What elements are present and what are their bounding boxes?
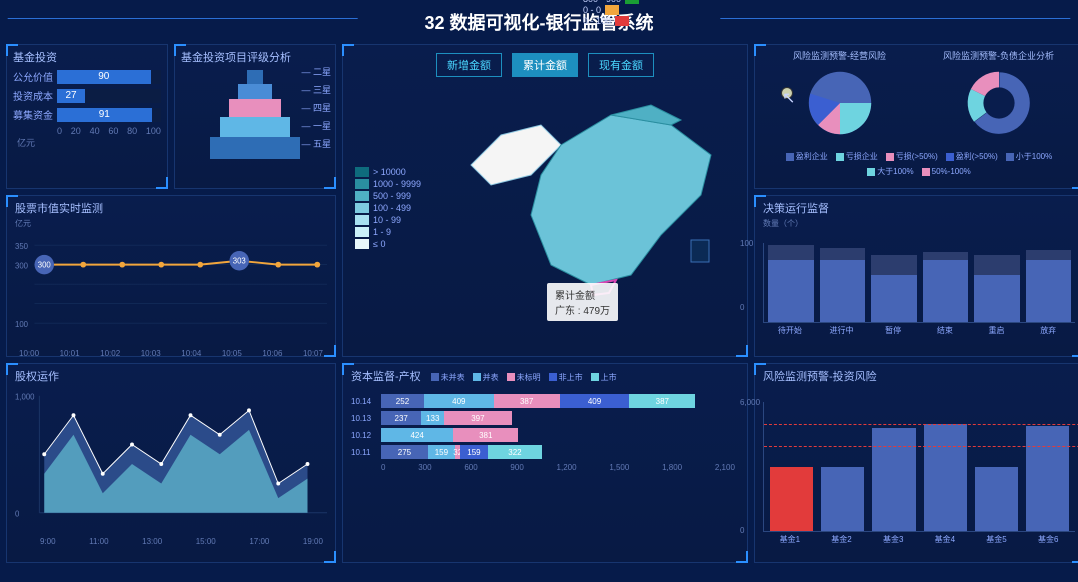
stack-row: 10.13237133397	[351, 411, 739, 425]
fund-invest-panel: 基金投资 公允价值90投资成本27募集资金91 020406080100 亿元	[6, 44, 168, 189]
pie-chart-2	[960, 64, 1038, 142]
panel-title: 资本监督-产权	[351, 368, 421, 384]
bar-row: 公允价值90	[13, 69, 161, 84]
map-panel: 新增金额累计金额现有金额 800 - 9000 - 00 - 100 > 100…	[342, 44, 748, 357]
line-chart: 350 300 100 300 303	[15, 229, 327, 349]
svg-text:300: 300	[38, 261, 52, 270]
stock-line-panel: 股票市值实时监测 亿元 350 300 100 300 303 10:0010:…	[6, 195, 336, 357]
unit-label: 亿元	[13, 136, 161, 149]
area-chart: 1,000 0	[15, 386, 327, 532]
bar	[974, 275, 1020, 322]
panel-title: 风险监测预警-投资风险	[763, 368, 1075, 384]
svg-text:0: 0	[15, 510, 20, 519]
stack-row: 10.1127515932159322	[351, 445, 739, 459]
bar	[1026, 260, 1072, 322]
panel-title: 风险监测预警-经营风险	[763, 49, 916, 62]
equity-area-panel: 股权运作 1,0000 9:0011:0013:0015:0017:0019:0…	[6, 363, 336, 563]
map-tooltip: 累计金额 广东 : 479万	[547, 283, 618, 321]
svg-text:1,000: 1,000	[15, 393, 35, 402]
map-tab[interactable]: 累计金额	[512, 53, 578, 77]
bar	[871, 275, 917, 322]
panel-title: 风险监测预警-负债企业分析	[922, 49, 1075, 62]
pie-chart-1	[801, 64, 879, 142]
stack-row: 10.12424381	[351, 428, 739, 442]
bar	[975, 467, 1018, 532]
bar	[924, 424, 967, 532]
bar	[820, 260, 866, 322]
china-map[interactable]	[431, 85, 731, 305]
top-left-split: 基金投资 公允价值90投资成本27募集资金91 020406080100 亿元 …	[6, 44, 336, 189]
bar	[821, 467, 864, 532]
svg-text:350: 350	[15, 242, 29, 251]
bar	[923, 260, 969, 322]
map-tab[interactable]: 现有金额	[588, 53, 654, 77]
bar-row: 投资成本27	[13, 88, 161, 103]
svg-text:300: 300	[15, 262, 29, 271]
risk-pie-panel: 风险监测预警-经营风险 风险监测预警-负债企业分析 盈	[754, 44, 1078, 189]
stack-row: 10.14252409387409387	[351, 394, 739, 408]
bar	[872, 428, 915, 531]
svg-text:100: 100	[15, 320, 29, 329]
bar-row: 募集资金91	[13, 107, 161, 122]
bar	[768, 260, 814, 322]
panel-title: 股权运作	[15, 368, 327, 384]
pyramid-chart	[210, 69, 300, 159]
bar	[1026, 426, 1069, 531]
panel-title: 基金投资项目评级分析	[181, 49, 329, 65]
panel-title: 股票市值实时监测	[15, 200, 327, 216]
decision-panel: 决策运行监督 数量（个） 100 0 待开始进行中暂停结束重启放弃	[754, 195, 1078, 357]
bar	[770, 467, 813, 532]
map-tab[interactable]: 新增金额	[436, 53, 502, 77]
svg-text:303: 303	[233, 257, 246, 266]
cursor-icon: ↖	[781, 87, 793, 99]
invest-risk-panel: 风险监测预警-投资风险 6,000 0 5000 4000 基金1基金2基金3基…	[754, 363, 1078, 563]
header: 32 数据可视化-银行监管系统	[0, 0, 1078, 44]
panel-title: 基金投资	[13, 49, 161, 65]
rating-panel: 基金投资项目评级分析 — 二星— 三星— 四星— 一星— 五星	[174, 44, 336, 189]
panel-title: 决策运行监督	[763, 200, 1075, 216]
capital-panel: 资本监督-产权 未并表并表未标明非上市上市 10.142524093874093…	[342, 363, 748, 563]
